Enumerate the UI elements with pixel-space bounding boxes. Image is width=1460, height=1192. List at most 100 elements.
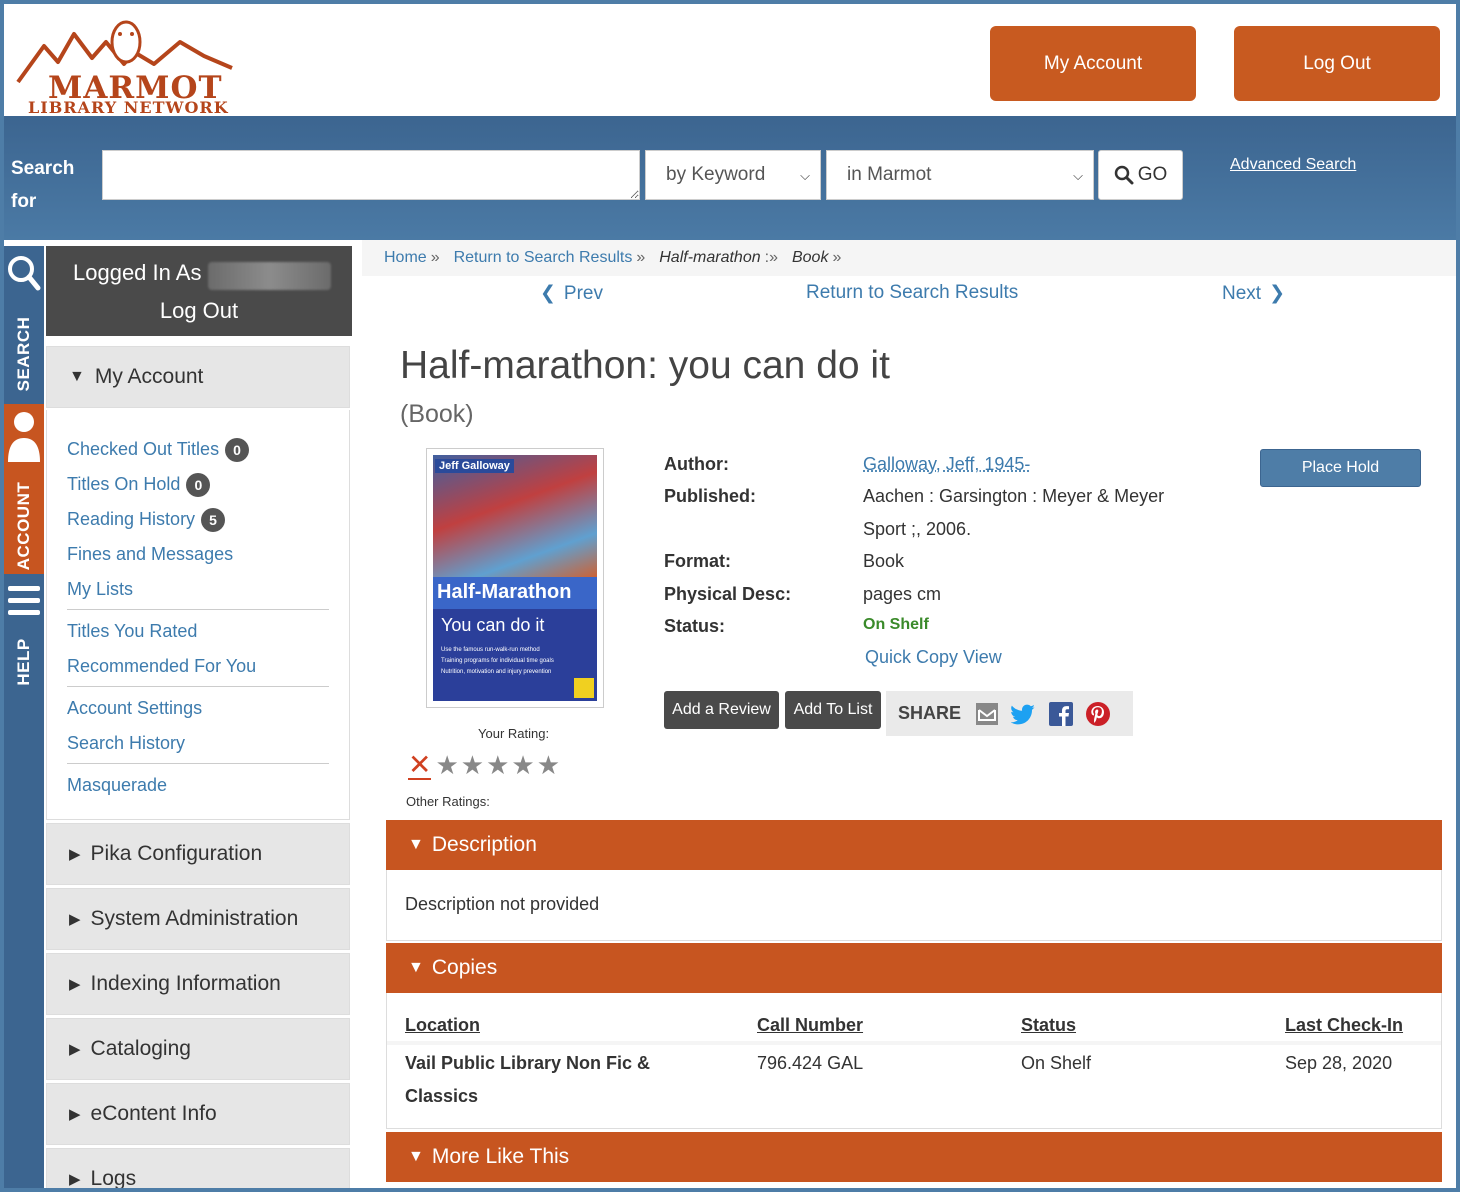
sidebar-item-reading-history[interactable]: Reading History 5 [67, 502, 329, 537]
table-stripe [387, 1041, 1441, 1045]
star-icon[interactable]: ★ [461, 750, 484, 781]
search-type-select[interactable]: by Keyword ⌵ [645, 150, 821, 200]
physical-desc-label: Physical Desc: [664, 584, 792, 604]
sidebar-section-cataloging[interactable]: ▶ Cataloging [46, 1018, 350, 1080]
sidebar-section-label: eContent Info [90, 1102, 217, 1125]
column-header-location[interactable]: Location [405, 1015, 480, 1036]
redacted-username [208, 262, 331, 290]
sidebar-item-search-history[interactable]: Search History [67, 726, 329, 761]
place-hold-button[interactable]: Place Hold [1260, 449, 1421, 487]
marmot-logo[interactable]: MARMOT LIBRARY NETWORK [14, 12, 234, 117]
copies-title: Copies [431, 956, 498, 979]
caret-right-icon: ▶ [69, 1041, 81, 1058]
clear-rating-icon[interactable]: ✕ [408, 750, 432, 780]
sidebar-section-pika-configuration[interactable]: ▶ Pika Configuration [46, 823, 350, 885]
search-bar: Search for by Keyword ⌵ in Marmot ⌵ GO A… [4, 116, 1456, 240]
sidebar-item-checked-out[interactable]: Checked Out Titles 0 [67, 432, 329, 467]
more-like-this-panel-header[interactable]: ▼ More Like This [386, 1132, 1442, 1182]
sidebar-section-label: Pika Configuration [90, 842, 263, 865]
user-icon [8, 412, 40, 462]
sidebar-item-titles-rated[interactable]: Titles You Rated [67, 614, 329, 649]
description-text: Description not provided [405, 894, 600, 914]
star-icon[interactable]: ★ [486, 750, 509, 781]
caret-right-icon: ▶ [69, 846, 81, 863]
sidebar-section-label: Cataloging [90, 1037, 191, 1060]
search-scope-select[interactable]: in Marmot ⌵ [826, 150, 1094, 200]
vertical-tabs: SEARCH ACCOUNT HELP [4, 246, 44, 1188]
publisher-logo [574, 678, 594, 698]
author-link[interactable]: Galloway, Jeff, 1945- [863, 454, 1030, 475]
caret-down-icon: ▼ [408, 836, 424, 853]
page: MARMOT LIBRARY NETWORK My Account Log Ou… [4, 4, 1456, 1188]
copy-last-check-in: Sep 28, 2020 [1285, 1053, 1393, 1073]
sidebar-item-my-lists[interactable]: My Lists [67, 572, 329, 607]
column-header-last-check-in[interactable]: Last Check-In [1285, 1015, 1403, 1036]
my-account-accordion[interactable]: ▼ My Account [46, 346, 350, 408]
sidebar-section-econtent-info[interactable]: ▶ eContent Info [46, 1083, 350, 1145]
divider [67, 686, 329, 687]
sidebar-item-on-hold[interactable]: Titles On Hold 0 [67, 467, 329, 502]
twitter-icon[interactable] [1011, 702, 1037, 726]
book-cover[interactable]: Jeff Galloway Half-Marathon You can do i… [426, 448, 604, 708]
chevron-down-icon: ⌵ [800, 168, 810, 183]
breadcrumb-home[interactable]: Home [384, 249, 427, 267]
next-link[interactable]: Next ❯ [1222, 282, 1285, 305]
add-review-button[interactable]: Add a Review [664, 691, 779, 729]
sidebar-item-label: Reading History [67, 509, 196, 529]
prev-link[interactable]: ❮ Prev [540, 282, 603, 305]
go-button[interactable]: GO [1098, 150, 1183, 200]
my-account-heading: My Account [94, 365, 204, 388]
tab-account[interactable]: ACCOUNT [4, 404, 44, 574]
sidebar-section-logs[interactable]: ▶ Logs [46, 1148, 350, 1188]
format-value: Book [863, 551, 905, 571]
column-header-call-number[interactable]: Call Number [757, 1015, 863, 1036]
return-to-results-link[interactable]: Return to Search Results [806, 282, 1018, 304]
tab-help[interactable]: HELP [4, 578, 44, 698]
sidebar-section-indexing-information[interactable]: ▶ Indexing Information [46, 953, 350, 1015]
tab-search-label: SEARCH [14, 316, 33, 392]
log-out-button[interactable]: Log Out [1234, 26, 1440, 101]
star-icon[interactable]: ★ [435, 750, 458, 781]
description-panel-header[interactable]: ▼ Description [386, 820, 1442, 870]
email-icon[interactable] [975, 702, 999, 726]
my-account-button[interactable]: My Account [990, 26, 1196, 101]
copy-call-number: 796.424 GAL [757, 1053, 864, 1073]
sidebar-section-system-administration[interactable]: ▶ System Administration [46, 888, 350, 950]
logo-text-network: LIBRARY NETWORK [28, 98, 229, 117]
sidebar-item-recommended[interactable]: Recommended For You [67, 649, 329, 684]
status-badge: On Shelf [863, 616, 929, 633]
site-header: MARMOT LIBRARY NETWORK My Account Log Ou… [4, 4, 1456, 117]
search-input[interactable] [102, 150, 640, 200]
advanced-search-link[interactable]: Advanced Search [1230, 156, 1356, 174]
breadcrumb-return[interactable]: Return to Search Results [454, 249, 633, 267]
breadcrumb-format: Book [791, 249, 829, 266]
chevron-right-icon: ❯ [1269, 283, 1285, 304]
copies-panel-body: Location Call Number Status Last Check-I… [386, 993, 1442, 1129]
go-label: GO [1137, 164, 1168, 185]
star-rating[interactable]: ✕ ★ ★ ★ ★ ★ [408, 750, 560, 781]
divider [67, 609, 329, 610]
sidebar-item-account-settings[interactable]: Account Settings [67, 691, 329, 726]
sidebar-item-fines[interactable]: Fines and Messages [67, 537, 329, 572]
breadcrumb-separator: » [430, 249, 440, 266]
copies-panel-header[interactable]: ▼ Copies [386, 943, 1442, 993]
sidebar-item-masquerade[interactable]: Masquerade [67, 768, 329, 803]
add-to-list-button[interactable]: Add To List [785, 691, 881, 729]
sidebar-log-out-link[interactable]: Log Out [46, 298, 352, 324]
format-label: Format: [664, 551, 731, 571]
column-header-status[interactable]: Status [1021, 1015, 1076, 1036]
caret-down-icon: ▼ [408, 959, 424, 976]
star-icon[interactable]: ★ [537, 750, 560, 781]
count-badge: 0 [225, 437, 250, 462]
tab-search[interactable]: SEARCH [4, 246, 44, 401]
star-icon[interactable]: ★ [511, 750, 534, 781]
pinterest-icon[interactable] [1085, 701, 1111, 727]
breadcrumb-separator: :» [764, 249, 778, 266]
description-title: Description [431, 833, 537, 856]
facebook-icon[interactable] [1049, 701, 1074, 726]
more-like-this-title: More Like This [431, 1145, 570, 1168]
sidebar-section-label: Indexing Information [90, 972, 281, 995]
tab-help-label: HELP [14, 638, 33, 686]
breadcrumb: Home» Return to Search Results» Half-mar… [362, 240, 1456, 276]
quick-copy-view-link[interactable]: Quick Copy View [865, 647, 1002, 668]
